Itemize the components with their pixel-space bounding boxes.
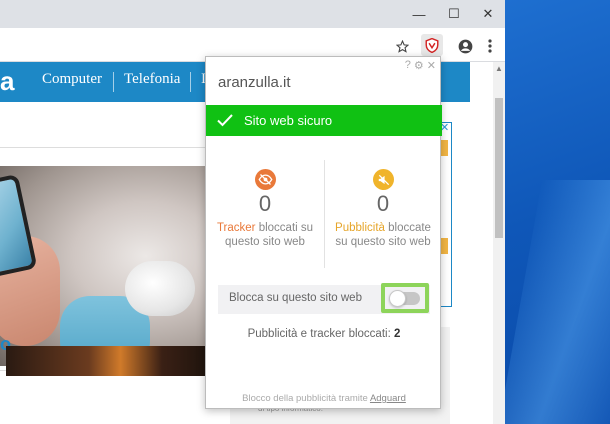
account-icon[interactable] (456, 37, 474, 55)
gear-icon[interactable]: ⚙ (414, 59, 424, 72)
site-logo[interactable]: a (0, 66, 14, 97)
checkmark-icon (217, 114, 233, 127)
article-image[interactable] (0, 166, 208, 371)
popup-footer: Blocco della pubblicità tramite Adguard (242, 393, 406, 404)
divider (0, 147, 210, 148)
status-text: Sito web sicuro (244, 113, 333, 128)
popup-domain: aranzulla.it (218, 74, 291, 91)
nav-separator (113, 72, 114, 92)
block-site-toggle[interactable] (389, 290, 420, 307)
star-icon[interactable] (393, 37, 411, 55)
menu-icon[interactable] (481, 37, 499, 55)
stat-ads: 0 Pubblicità bloccate su questo sito web (324, 160, 442, 270)
popup-top-icons: ? ⚙ ✕ (405, 59, 436, 72)
toggle-knob[interactable] (389, 290, 406, 307)
tracker-eye-icon (255, 169, 276, 190)
tracker-label: Tracker bloccati su questo sito web (216, 222, 314, 248)
nav-item-telefonia[interactable]: Telefonia (124, 71, 180, 88)
minimize-button[interactable]: — (402, 0, 436, 28)
scroll-up-arrow-icon[interactable]: ▲ (493, 62, 505, 76)
image-phone (0, 173, 38, 279)
ads-label: Pubblicità bloccate su questo sito web (335, 222, 431, 248)
tracker-count: 0 (258, 191, 272, 216)
stats-panel: 0 Tracker bloccati su questo sito web 0 … (206, 160, 442, 270)
blocked-total: Pubblicità e tracker bloccati: 2 (247, 328, 401, 340)
adguard-popup: aranzulla.it ? ⚙ ✕ Sito web sicuro 0 Tra… (205, 56, 442, 409)
ads-megaphone-icon (373, 169, 394, 190)
maximize-button[interactable]: ☐ (437, 0, 471, 28)
nav-item-computer[interactable]: Computer (42, 71, 102, 88)
toggle-highlight (381, 283, 429, 313)
ads-count: 0 (376, 191, 390, 216)
image-shoe (125, 261, 195, 316)
nav-separator (190, 72, 191, 92)
block-site-label: Blocca su questo sito web (229, 292, 362, 304)
stat-trackers: 0 Tracker bloccati su questo sito web (206, 160, 324, 270)
ad-element (440, 140, 448, 156)
adguard-link[interactable]: Adguard (370, 393, 406, 404)
status-bar: Sito web sicuro (206, 105, 442, 136)
title-bar: — ☐ ✕ (0, 0, 505, 28)
close-icon[interactable]: ✕ (427, 59, 436, 72)
help-icon[interactable]: ? (405, 59, 411, 72)
close-button[interactable]: ✕ (471, 0, 505, 28)
scroll-thumb[interactable] (495, 98, 503, 238)
adguard-shield-icon[interactable] (421, 34, 443, 56)
article-image-2[interactable] (6, 346, 214, 376)
